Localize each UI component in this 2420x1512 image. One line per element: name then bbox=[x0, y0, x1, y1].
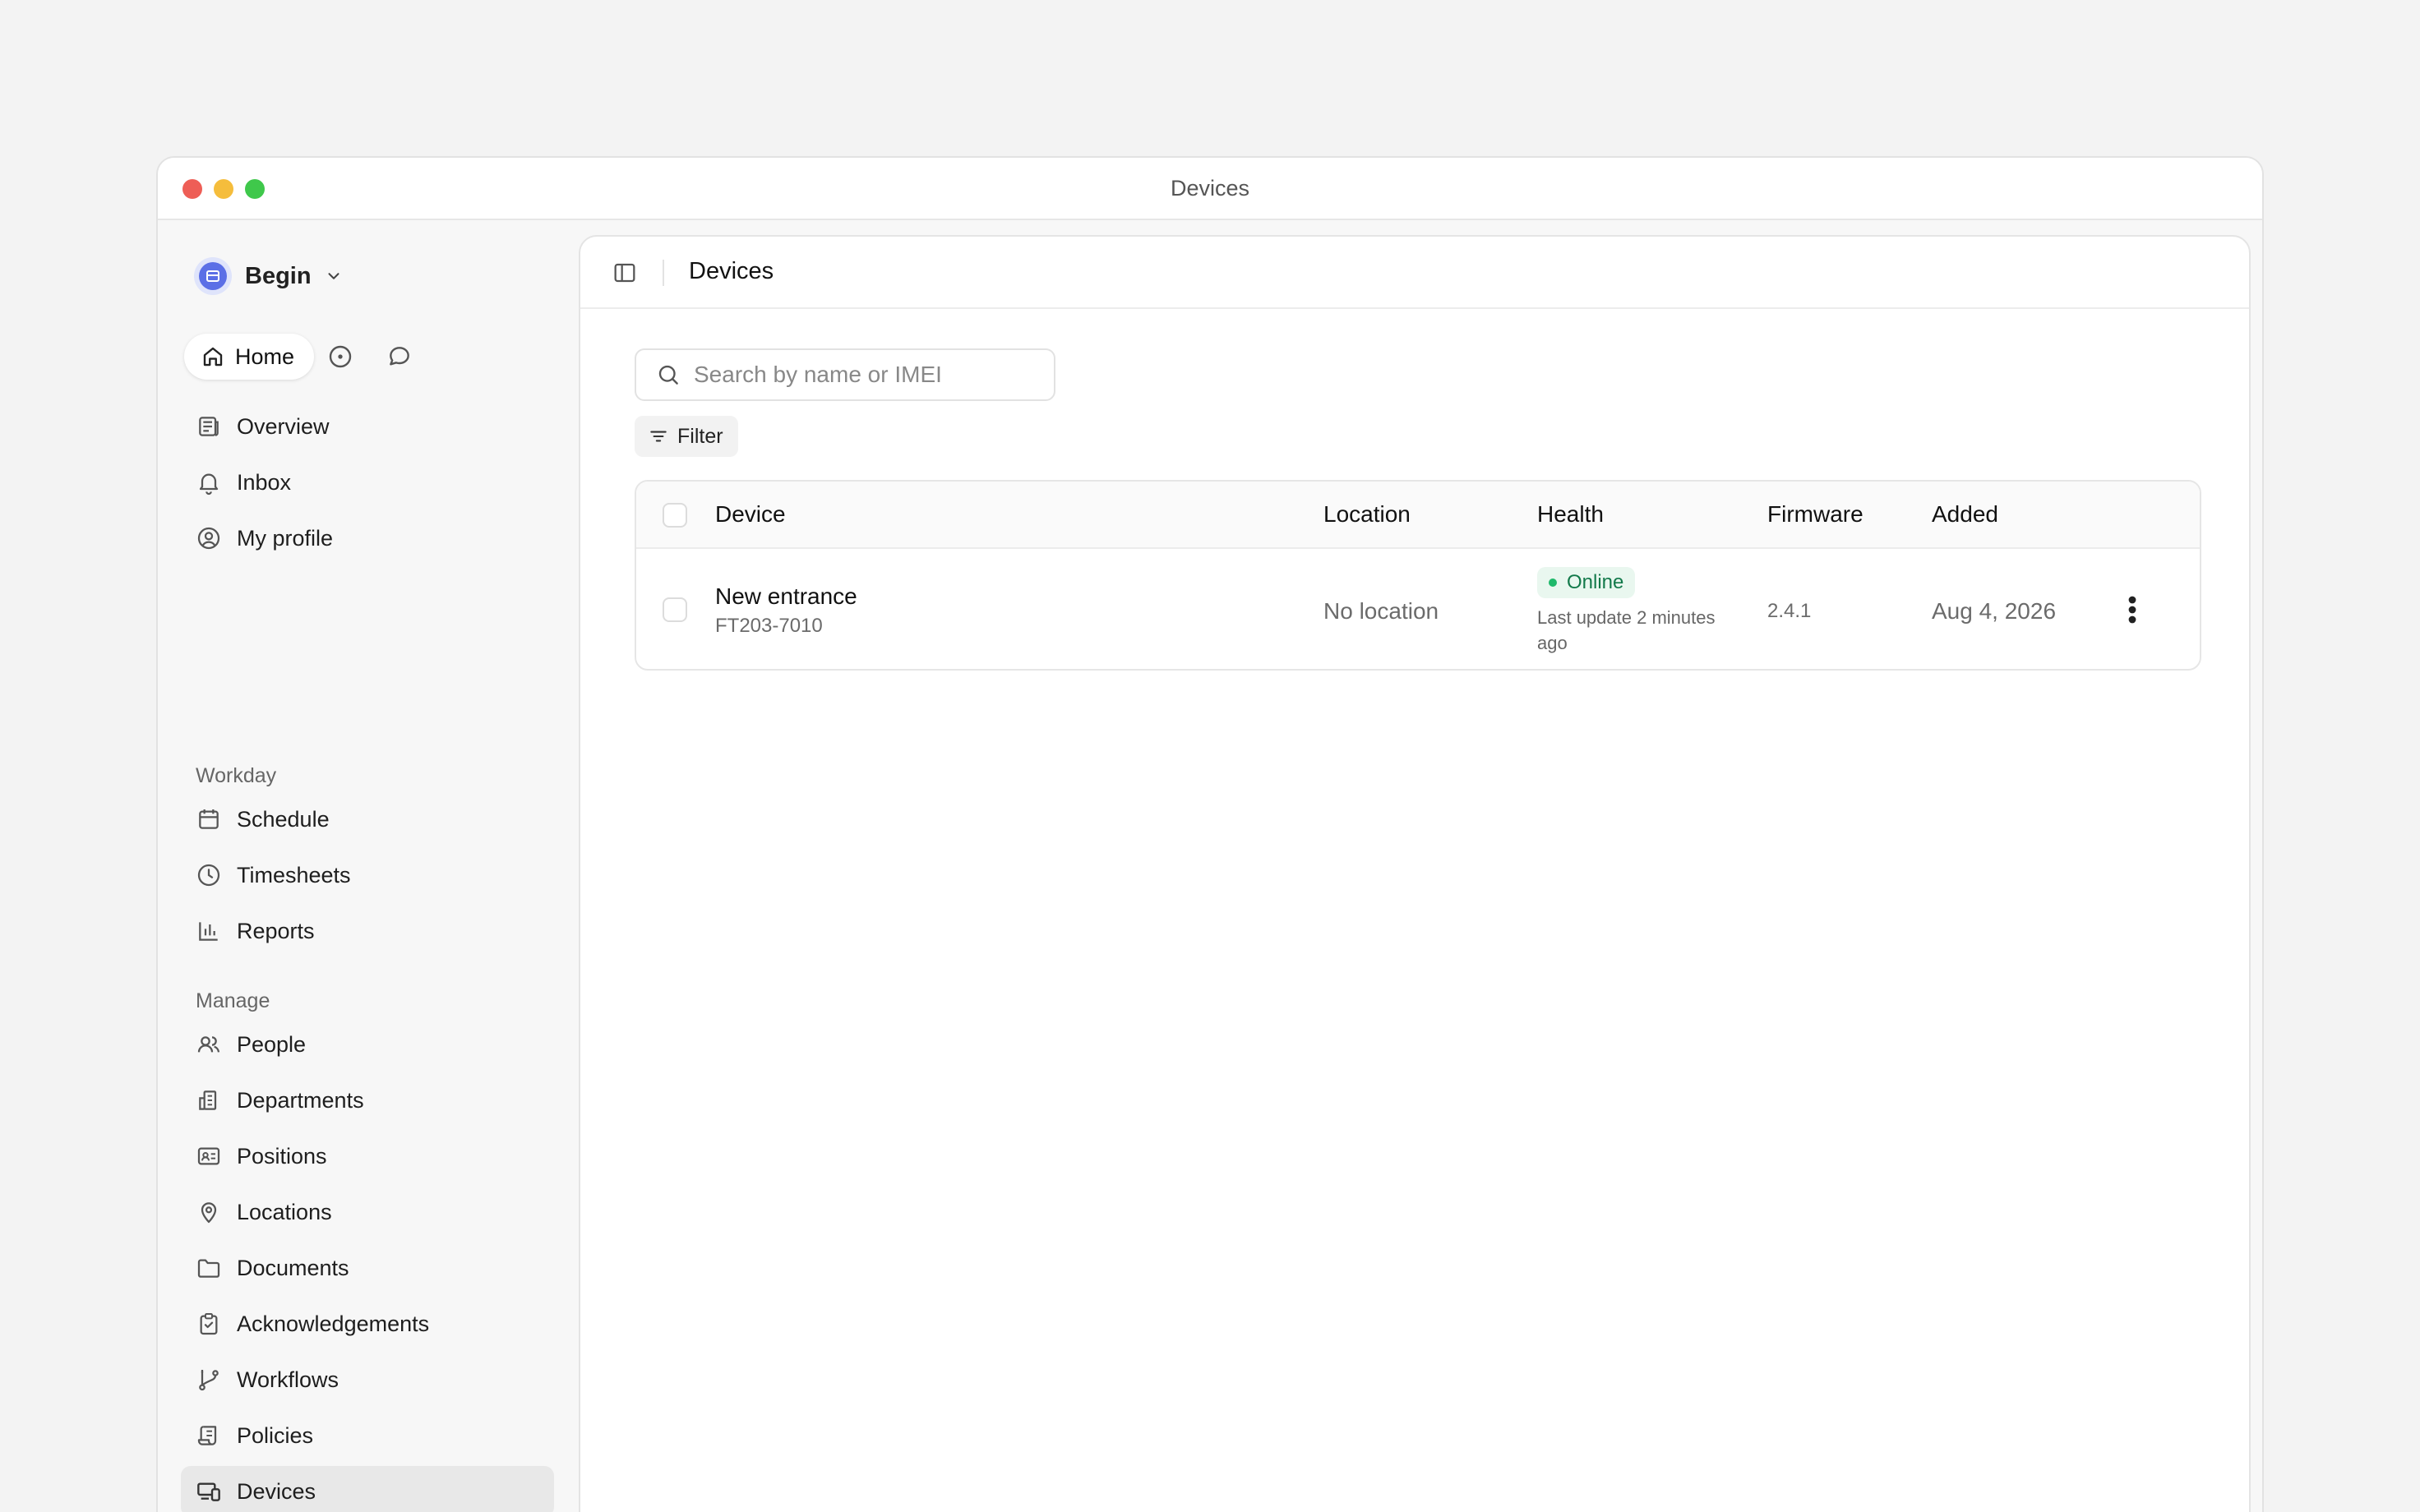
sidebar-item-positions[interactable]: Positions bbox=[181, 1131, 554, 1182]
device-search[interactable] bbox=[635, 348, 1055, 401]
devices-icon bbox=[197, 1482, 220, 1501]
sidebar-item-people[interactable]: People bbox=[181, 1019, 554, 1070]
sidebar-item-documents[interactable]: Documents bbox=[181, 1242, 554, 1293]
sidebar-item-inbox[interactable]: Inbox bbox=[181, 457, 554, 508]
users-icon bbox=[197, 1036, 220, 1053]
device-added-date: Aug 4, 2026 bbox=[1932, 598, 2057, 624]
main-header: Devices bbox=[580, 237, 2249, 309]
device-firmware: 2.4.1 bbox=[1767, 600, 1812, 622]
clipboard-check-icon bbox=[200, 1313, 218, 1335]
sidebar-item-schedule[interactable]: Schedule bbox=[181, 794, 554, 845]
sidebar-item-devices[interactable]: Devices bbox=[181, 1466, 554, 1512]
status-dot bbox=[1549, 579, 1557, 587]
device-id: FT203-7010 bbox=[715, 615, 823, 637]
row-checkbox[interactable] bbox=[663, 597, 687, 622]
more-actions-icon[interactable] bbox=[2124, 593, 2141, 626]
sidebar-item-label: Locations bbox=[237, 1199, 332, 1224]
select-all-checkbox[interactable] bbox=[663, 503, 687, 528]
workday-nav: Schedule Timesheets Reports bbox=[181, 794, 554, 961]
workspace-logo-icon bbox=[206, 270, 219, 282]
id-card-icon bbox=[197, 1147, 220, 1165]
sidebar-item-label: Devices bbox=[237, 1478, 316, 1504]
chat-icon[interactable] bbox=[386, 343, 413, 370]
sidebar-item-label: Documents bbox=[237, 1255, 349, 1280]
sidebar-item-reports[interactable]: Reports bbox=[181, 906, 554, 957]
sidebar-item-label: Overview bbox=[237, 413, 330, 439]
search-input[interactable] bbox=[694, 362, 1039, 388]
chevron-down-icon bbox=[328, 273, 339, 279]
user-circle-icon bbox=[197, 527, 220, 550]
home-label: Home bbox=[235, 343, 295, 369]
window-title: Devices bbox=[1170, 176, 1250, 201]
sidebar-toggle-icon[interactable] bbox=[612, 260, 638, 286]
sidebar-item-my-profile[interactable]: My profile bbox=[181, 513, 554, 564]
calendar-icon bbox=[199, 809, 219, 829]
sidebar-item-label: Acknowledgements bbox=[237, 1311, 430, 1336]
building-icon bbox=[199, 1090, 217, 1110]
filter-label: Filter bbox=[677, 424, 723, 448]
git-branch-icon bbox=[199, 1370, 219, 1391]
column-header-device[interactable]: Device bbox=[715, 501, 786, 528]
main-panel: Devices Filter Device Location Health bbox=[579, 235, 2251, 1512]
page-title: Devices bbox=[689, 258, 774, 284]
sidebar-item-label: My profile bbox=[237, 525, 334, 551]
sidebar-item-overview[interactable]: Overview bbox=[181, 401, 554, 452]
sidebar-item-locations[interactable]: Locations bbox=[181, 1187, 554, 1238]
sidebar-item-label: Workflows bbox=[237, 1367, 339, 1392]
scroll-icon bbox=[197, 1426, 217, 1445]
bell-icon bbox=[199, 473, 219, 496]
primary-nav: Overview Inbox My profile bbox=[181, 401, 554, 569]
devices-table: Device Location Health Firmware Added Ne… bbox=[635, 480, 2201, 671]
manage-nav: People Departments Positions Locations D… bbox=[181, 1019, 554, 1512]
app-window: Devices Begin Home Overview Inbox My pro… bbox=[156, 156, 2264, 1512]
sidebar-item-label: Timesheets bbox=[237, 862, 351, 887]
newspaper-icon bbox=[199, 417, 219, 436]
column-header-firmware[interactable]: Firmware bbox=[1767, 501, 1863, 528]
sidebar-item-label: Schedule bbox=[237, 806, 330, 832]
sidebar-item-timesheets[interactable]: Timesheets bbox=[181, 850, 554, 901]
sidebar: Begin Home Overview Inbox My profile Wor… bbox=[158, 222, 691, 1512]
section-label-manage: Manage bbox=[196, 989, 270, 1012]
sidebar-item-acknowledgements[interactable]: Acknowledgements bbox=[181, 1298, 554, 1349]
column-header-location[interactable]: Location bbox=[1323, 501, 1411, 528]
header-divider bbox=[663, 260, 664, 286]
activity-icon[interactable] bbox=[327, 343, 353, 370]
folder-icon bbox=[197, 1259, 220, 1278]
sidebar-item-label: Positions bbox=[237, 1143, 327, 1169]
search-icon bbox=[658, 365, 678, 385]
home-icon bbox=[203, 347, 223, 366]
device-name[interactable]: New entrance bbox=[715, 583, 857, 610]
quick-actions: Home bbox=[184, 334, 691, 380]
map-pin-icon bbox=[201, 1202, 217, 1224]
home-button[interactable]: Home bbox=[184, 334, 315, 380]
table-header: Device Location Health Firmware Added bbox=[636, 482, 2200, 549]
device-location: No location bbox=[1323, 598, 1439, 624]
filter-icon bbox=[650, 431, 667, 442]
clock-icon bbox=[197, 864, 220, 887]
status-badge: Online bbox=[1537, 567, 1636, 598]
sidebar-item-label: Reports bbox=[237, 918, 315, 943]
title-bar: Devices bbox=[158, 158, 2262, 220]
sidebar-item-workflows[interactable]: Workflows bbox=[181, 1354, 554, 1405]
sidebar-item-label: Policies bbox=[237, 1422, 314, 1448]
column-header-health[interactable]: Health bbox=[1537, 501, 1604, 528]
health-note: Last update 2 minutes ago bbox=[1537, 607, 1716, 653]
column-header-added[interactable]: Added bbox=[1932, 501, 1998, 528]
filter-button[interactable]: Filter bbox=[635, 416, 738, 457]
bar-chart-icon bbox=[199, 922, 218, 941]
workspace-name: Begin bbox=[245, 262, 312, 289]
section-label-workday: Workday bbox=[196, 764, 277, 787]
status-label: Online bbox=[1567, 571, 1624, 593]
table-row[interactable]: New entrance FT203-7010 No location Onli… bbox=[636, 551, 2200, 669]
sidebar-item-departments[interactable]: Departments bbox=[181, 1075, 554, 1126]
workspace-switcher[interactable]: Begin bbox=[194, 255, 343, 297]
sidebar-item-policies[interactable]: Policies bbox=[181, 1410, 554, 1461]
workspace-avatar bbox=[194, 257, 232, 295]
sidebar-item-label: Departments bbox=[237, 1087, 364, 1113]
sidebar-item-label: People bbox=[237, 1031, 307, 1057]
sidebar-item-label: Inbox bbox=[237, 469, 292, 495]
